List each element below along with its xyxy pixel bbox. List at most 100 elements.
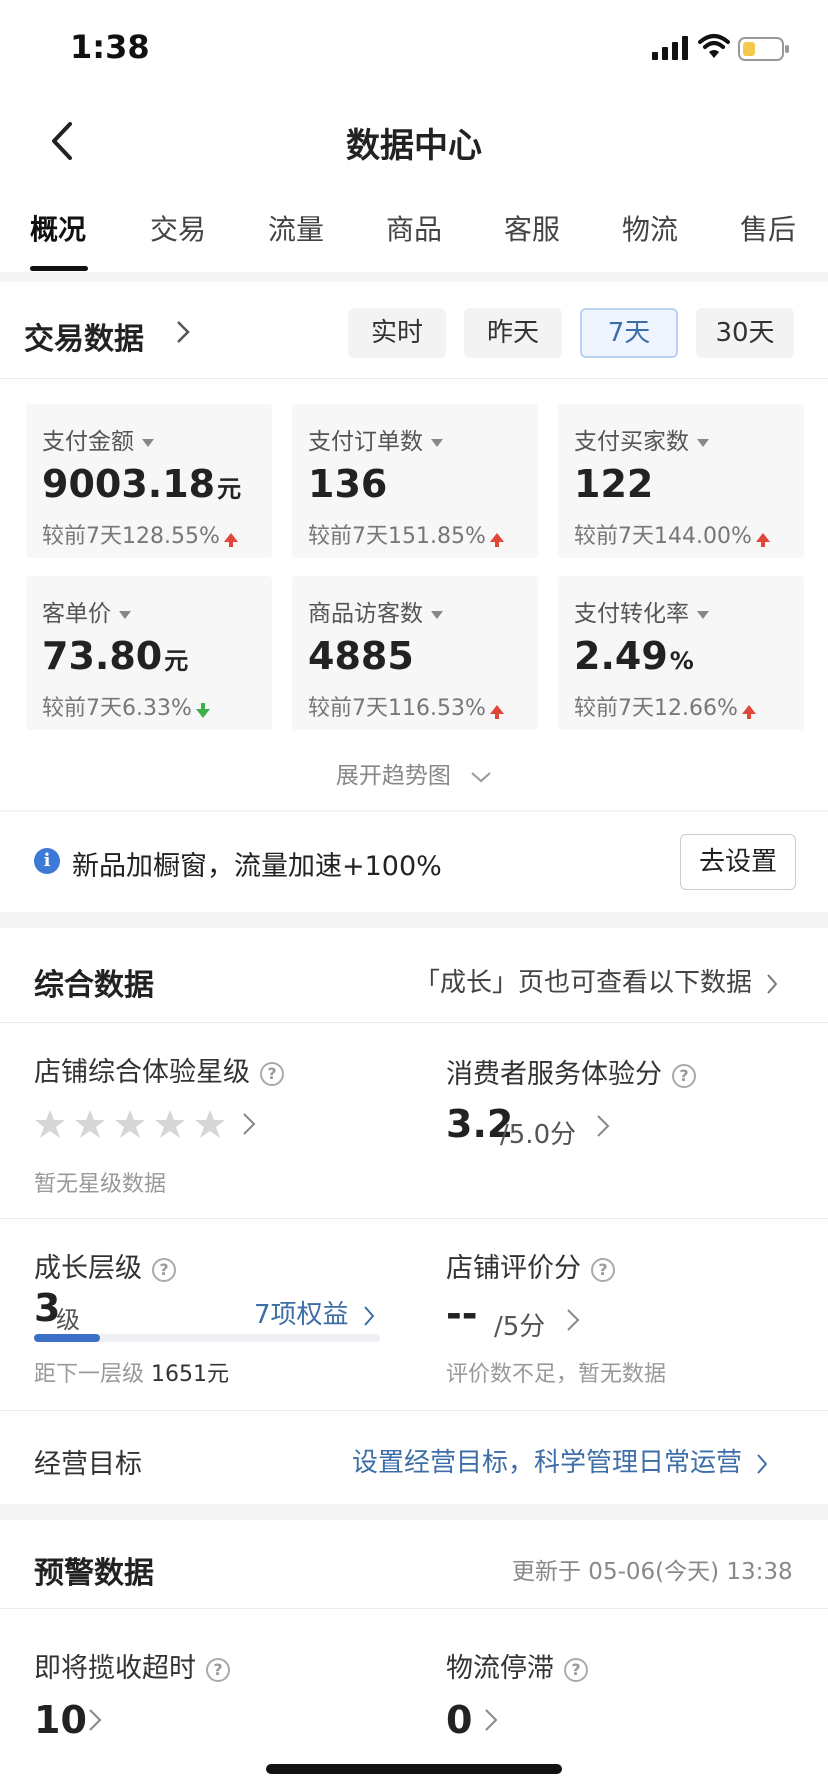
metric-compare: 较前7天128.55%	[42, 518, 238, 550]
store-review-note: 评价数不足，暂无数据	[446, 1362, 667, 1387]
metric-label: 客单价	[42, 594, 131, 628]
growth-benefits-link[interactable]: 7项权益	[254, 1294, 375, 1331]
growth-level-label: 成长层级?	[34, 1246, 176, 1285]
metric-label: 支付金额	[42, 422, 154, 456]
trend-up-icon	[223, 532, 238, 547]
metric-card-conversion-rate[interactable]: 支付转化率 2.49% 较前7天12.66%	[558, 576, 804, 730]
dropdown-triangle-icon	[431, 610, 443, 619]
help-icon[interactable]: ?	[672, 1063, 696, 1088]
chevron-right-icon[interactable]	[88, 1708, 102, 1732]
chevron-right-icon[interactable]	[242, 1112, 256, 1136]
divider	[0, 1022, 828, 1023]
growth-level-unit: 级	[56, 1306, 80, 1334]
star-icon	[75, 1110, 105, 1138]
trend-up-icon	[741, 704, 756, 719]
chevron-right-icon[interactable]	[596, 1114, 610, 1138]
store-review-value: --	[446, 1292, 478, 1336]
tab-bar: 概况 交易 流量 商品 客服 物流 售后	[0, 190, 828, 272]
consumer-score-label: 消费者服务体验分?	[446, 1052, 696, 1091]
trend-down-icon	[195, 702, 210, 718]
store-rating-note: 暂无星级数据	[34, 1172, 167, 1197]
divider	[0, 1608, 828, 1609]
star-icon	[35, 1110, 65, 1138]
metric-card-avg-order-value[interactable]: 客单价 73.80元 较前7天6.33%	[26, 576, 272, 730]
dropdown-triangle-icon	[697, 610, 709, 619]
home-indicator[interactable]	[266, 1764, 562, 1774]
go-settings-button[interactable]: 去设置	[680, 834, 796, 890]
metric-value: 73.80元	[42, 634, 189, 678]
page-title: 数据中心	[346, 126, 482, 166]
star-icon	[195, 1110, 225, 1138]
info-icon: i	[34, 848, 60, 874]
help-icon[interactable]: ?	[591, 1257, 615, 1282]
metric-value: 9003.18元	[42, 462, 242, 506]
metric-value: 122	[574, 462, 654, 506]
star-icon	[115, 1110, 145, 1138]
store-review-suffix: /5分	[494, 1312, 546, 1342]
dropdown-triangle-icon	[142, 438, 154, 447]
pickup-timeout-label: 即将揽收超时?	[34, 1646, 230, 1685]
metric-value: 136	[308, 462, 388, 506]
dropdown-triangle-icon	[431, 438, 443, 447]
set-business-goal-link[interactable]: 设置经营目标，科学管理日常运营	[352, 1442, 768, 1479]
growth-page-link[interactable]: 「成长」页也可查看以下数据	[414, 962, 778, 999]
cellular-signal-icon	[652, 36, 688, 60]
divider	[0, 1218, 828, 1219]
period-realtime-button[interactable]: 实时	[348, 308, 446, 358]
trade-data-title[interactable]: 交易数据	[24, 314, 144, 358]
wifi-icon	[698, 34, 730, 58]
metric-card-payment-amount[interactable]: 支付金额 9003.18元 较前7天128.55%	[26, 404, 272, 558]
period-yesterday-button[interactable]: 昨天	[464, 308, 562, 358]
business-goal-label: 经营目标	[34, 1449, 142, 1480]
star-icon	[155, 1110, 185, 1138]
metric-card-paid-orders[interactable]: 支付订单数 136 较前7天151.85%	[292, 404, 538, 558]
chevron-right-icon[interactable]	[566, 1308, 580, 1332]
metric-value: 4885	[308, 634, 414, 678]
pickup-timeout-value[interactable]: 10	[34, 1698, 87, 1742]
tab-after-sales[interactable]: 售后	[740, 208, 796, 248]
divider	[0, 378, 828, 379]
help-icon[interactable]: ?	[564, 1657, 588, 1682]
metric-compare: 较前7天116.53%	[308, 690, 504, 722]
expand-trend-chart-link[interactable]: 展开趋势图	[0, 756, 828, 790]
metric-value: 2.49%	[574, 634, 694, 678]
metric-compare: 较前7天6.33%	[42, 690, 210, 722]
logistics-stagnation-value[interactable]: 0	[446, 1698, 472, 1742]
tab-products[interactable]: 商品	[386, 208, 442, 248]
metric-compare: 较前7天144.00%	[574, 518, 770, 550]
logistics-stagnation-label: 物流停滞?	[446, 1646, 588, 1685]
overall-data-title: 综合数据	[34, 968, 154, 1003]
overall-data-section	[0, 928, 828, 1504]
warning-updated-time: 更新于 05-06(今天) 13:38	[512, 1559, 793, 1585]
metric-compare: 较前7天151.85%	[308, 518, 504, 550]
period-7days-button[interactable]: 7天	[580, 308, 678, 358]
metric-label: 支付买家数	[574, 422, 709, 456]
chevron-right-icon	[757, 1453, 768, 1474]
metric-card-product-visitors[interactable]: 商品访客数 4885 较前7天116.53%	[292, 576, 538, 730]
trend-up-icon	[489, 532, 504, 547]
tab-logistics[interactable]: 物流	[622, 208, 678, 248]
tab-overview[interactable]: 概况	[30, 208, 86, 248]
help-icon[interactable]: ?	[152, 1257, 176, 1282]
metric-label: 支付转化率	[574, 594, 709, 628]
growth-progress-bar	[34, 1334, 380, 1342]
tab-customer-service[interactable]: 客服	[504, 208, 560, 248]
trend-up-icon	[489, 704, 504, 719]
tab-trade[interactable]: 交易	[150, 208, 206, 248]
chevron-right-icon[interactable]	[176, 320, 190, 344]
metric-card-paid-buyers[interactable]: 支付买家数 122 较前7天144.00%	[558, 404, 804, 558]
promo-text: 新品加橱窗，流量加速+100%	[72, 851, 442, 882]
divider	[0, 1410, 828, 1411]
help-icon[interactable]: ?	[206, 1657, 230, 1682]
help-icon[interactable]: ?	[260, 1061, 284, 1086]
tab-traffic[interactable]: 流量	[268, 208, 324, 248]
growth-next-level-note: 距下一层级 1651元	[34, 1362, 230, 1387]
active-tab-indicator	[30, 266, 88, 271]
chevron-right-icon[interactable]	[484, 1708, 498, 1732]
battery-icon	[738, 37, 789, 61]
period-30days-button[interactable]: 30天	[696, 308, 794, 358]
consumer-score-suffix: /5.0分	[500, 1120, 577, 1150]
store-rating-label: 店铺综合体验星级?	[34, 1050, 284, 1089]
store-review-label: 店铺评价分?	[446, 1246, 615, 1285]
metric-label: 商品访客数	[308, 594, 443, 628]
